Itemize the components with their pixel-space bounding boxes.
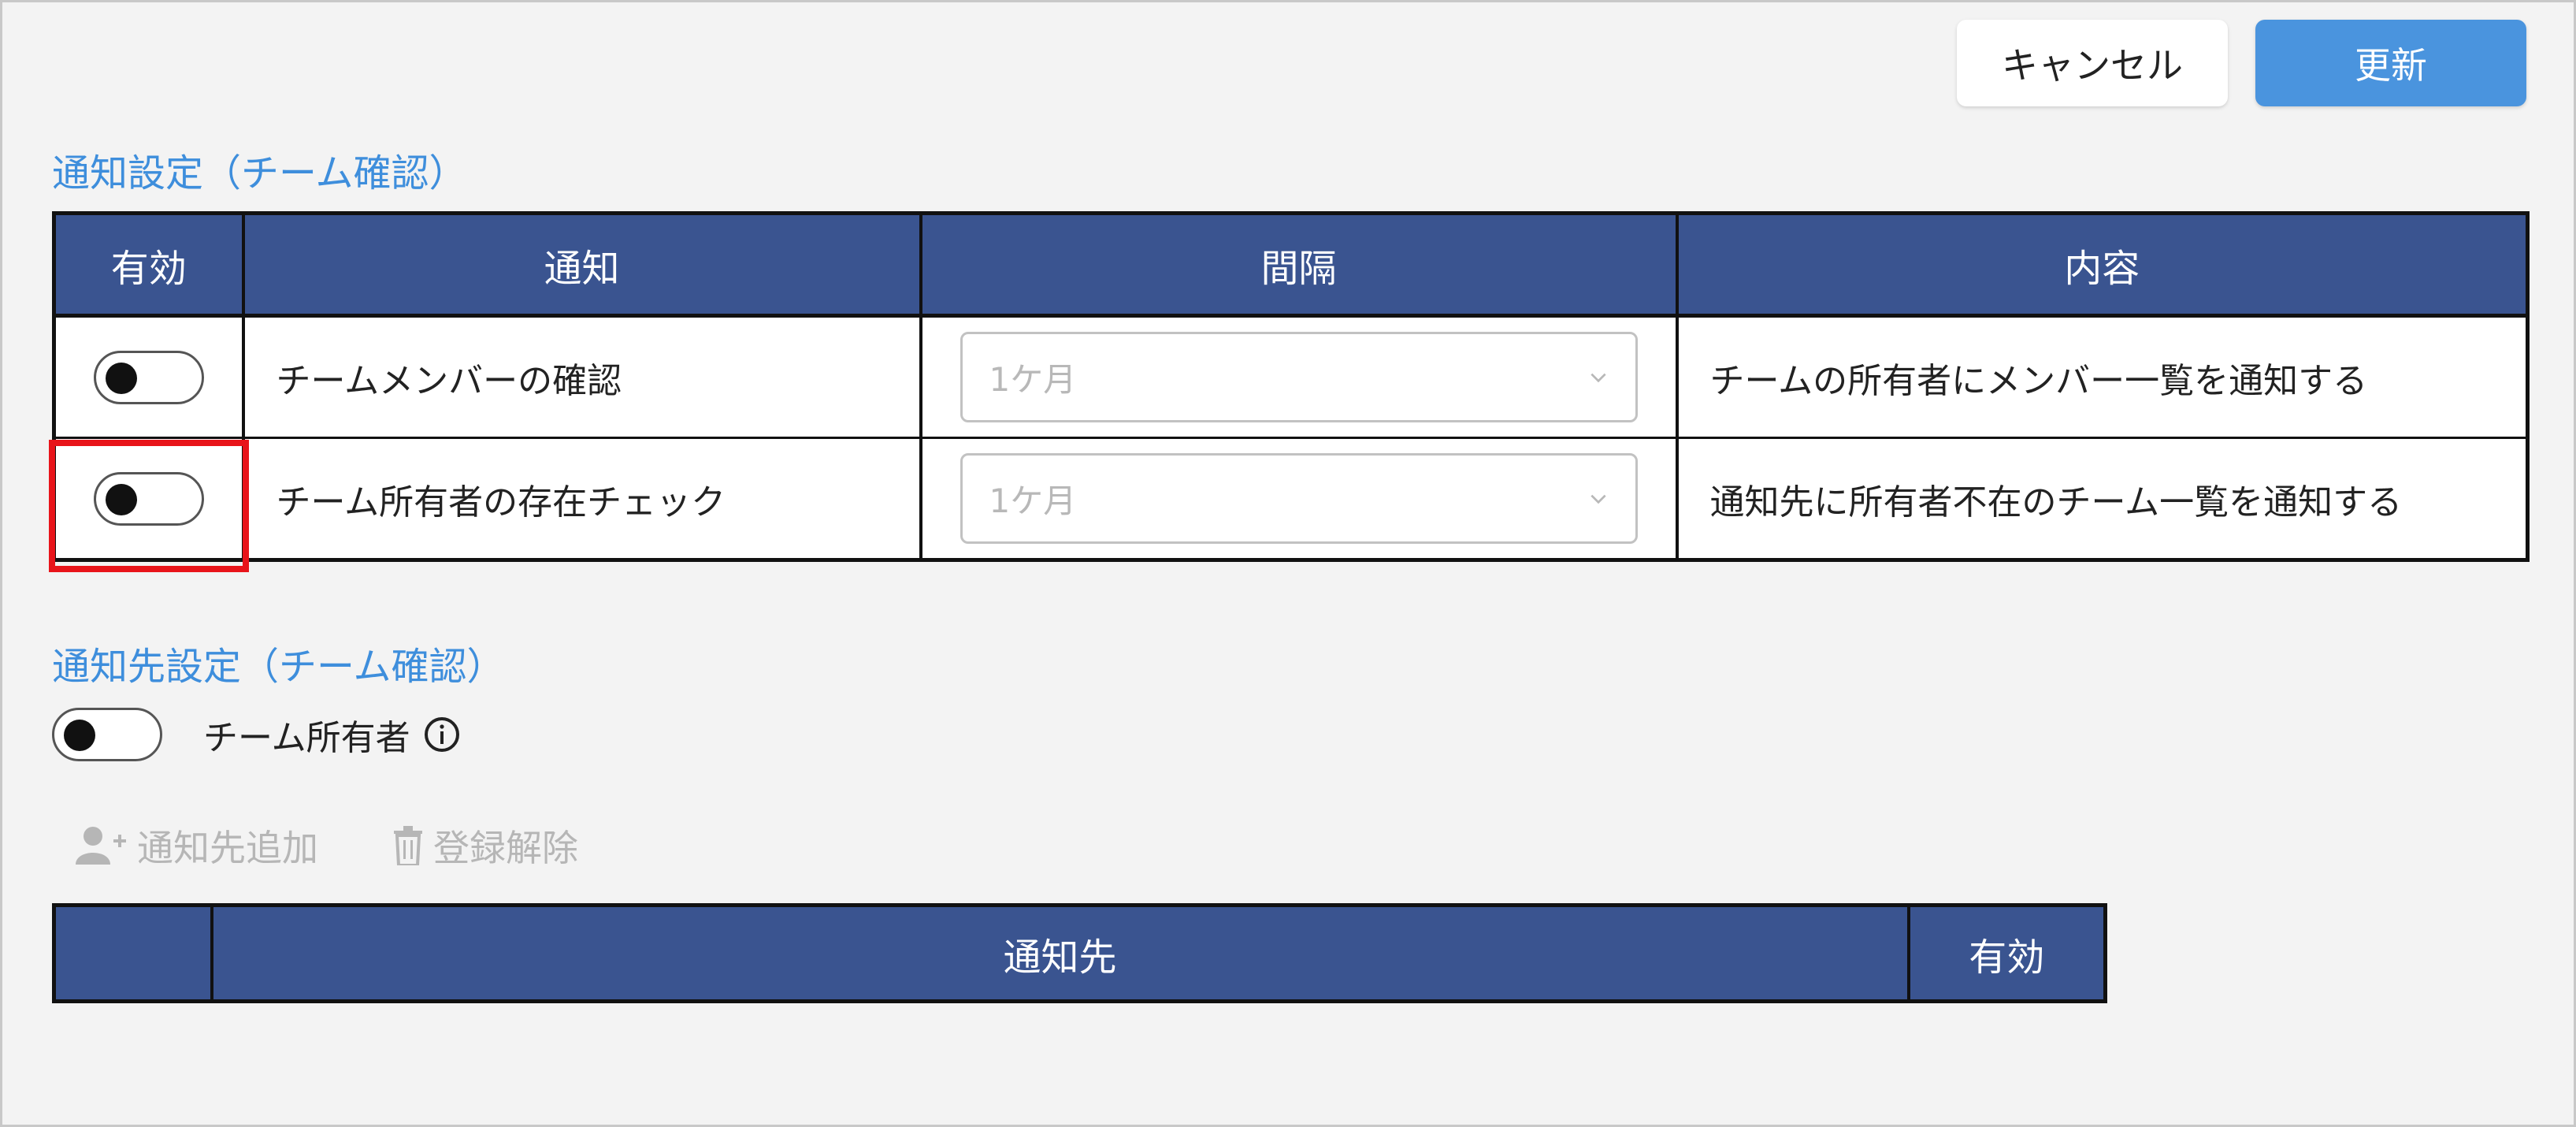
- owner-toggle-label: チーム所有者: [203, 718, 410, 758]
- recipient-settings-title: 通知先設定（チーム確認）: [52, 645, 505, 689]
- interval-cell: 1ケ月: [920, 437, 1679, 560]
- toggle-knob: [105, 483, 137, 515]
- table-header-row: 有効 通知 間隔 内容: [54, 213, 2528, 318]
- owner-toggle[interactable]: [52, 708, 162, 761]
- toggle-knob: [64, 720, 95, 751]
- notification-settings-table: 有効 通知 間隔 内容 チームメンバーの確認 1ケ月 チームの所有者にメンバー一…: [52, 211, 2530, 562]
- owner-toggle-row: チーム所有者: [52, 708, 461, 761]
- interval-value: 1ケ月: [989, 360, 1077, 399]
- info-icon[interactable]: [423, 716, 461, 753]
- table-header-row: 通知先 有効: [54, 905, 2106, 1002]
- cancel-button[interactable]: キャンセル: [1957, 20, 2228, 106]
- header-content: 内容: [1676, 213, 2528, 318]
- add-user-icon: [76, 827, 126, 865]
- update-button[interactable]: 更新: [2255, 20, 2526, 106]
- table-row: チーム所有者の存在チェック 1ケ月 通知先に所有者不在のチーム一覧を通知する: [54, 437, 2528, 560]
- enabled-cell: [54, 437, 245, 560]
- enabled-toggle[interactable]: [93, 350, 204, 404]
- toggle-knob: [105, 362, 137, 394]
- header-interval: 間隔: [920, 213, 1679, 318]
- chevron-down-icon: [1590, 494, 1606, 504]
- unregister-label: 登録解除: [433, 827, 578, 869]
- enabled-toggle[interactable]: [93, 471, 204, 526]
- interval-select[interactable]: 1ケ月: [960, 332, 1638, 422]
- table-row: チームメンバーの確認 1ケ月 チームの所有者にメンバー一覧を通知する: [54, 315, 2528, 439]
- notification-name: チームメンバーの確認: [243, 315, 922, 439]
- notification-name: チーム所有者の存在チェック: [243, 437, 922, 560]
- header-enabled: 有効: [1908, 905, 2106, 1002]
- interval-value: 1ケ月: [989, 482, 1077, 520]
- chevron-down-icon: [1590, 373, 1606, 382]
- header-recipient: 通知先: [211, 905, 1910, 1002]
- trash-icon: [394, 826, 422, 865]
- header-select: [54, 905, 213, 1002]
- interval-cell: 1ケ月: [920, 315, 1679, 439]
- add-recipient-button[interactable]: 通知先追加: [76, 820, 318, 872]
- content-cell: チームの所有者にメンバー一覧を通知する: [1676, 315, 2528, 439]
- enabled-cell: [54, 315, 245, 439]
- content-cell: 通知先に所有者不在のチーム一覧を通知する: [1676, 437, 2528, 560]
- header-enabled: 有効: [54, 213, 245, 318]
- interval-select[interactable]: 1ケ月: [960, 453, 1638, 544]
- add-recipient-label: 通知先追加: [137, 827, 318, 869]
- unregister-button[interactable]: 登録解除: [392, 820, 578, 872]
- recipients-table: 通知先 有効: [52, 903, 2107, 1003]
- notification-settings-title: 通知設定（チーム確認）: [52, 151, 467, 195]
- header-notification: 通知: [243, 213, 922, 318]
